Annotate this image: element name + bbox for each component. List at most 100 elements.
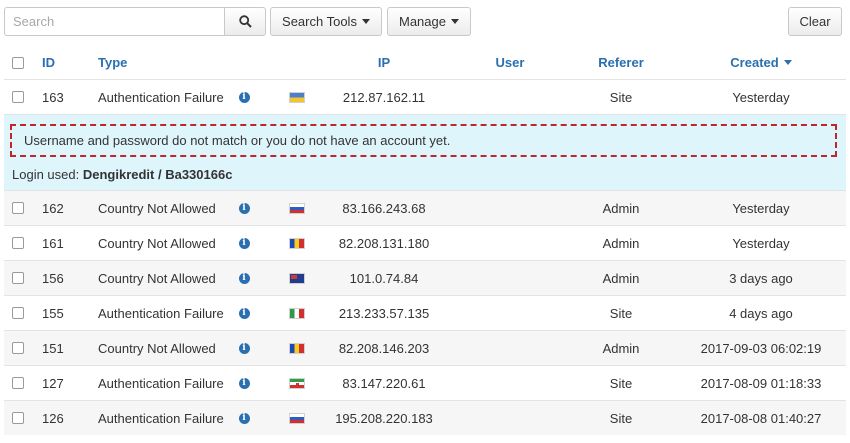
search-input[interactable] <box>4 7 224 36</box>
header-referer[interactable]: Referer <box>576 46 666 79</box>
row-type: Country Not Allowed <box>98 200 216 216</box>
row-ip: 195.208.220.183 <box>335 410 433 426</box>
row-checkbox[interactable] <box>12 377 24 389</box>
row-info-cell: i <box>237 80 251 114</box>
manage-label: Manage <box>399 14 446 29</box>
row-checkbox-cell <box>12 401 26 435</box>
header-created-label: Created <box>730 55 779 70</box>
table-row[interactable]: 127 Authentication Failure i 83.147.220.… <box>4 365 846 400</box>
info-icon[interactable]: i <box>238 342 250 354</box>
row-user <box>474 401 546 435</box>
row-info-cell: i <box>237 331 251 365</box>
search-tools-button[interactable]: Search Tools <box>270 7 382 36</box>
chevron-down-icon <box>361 19 370 24</box>
row-user <box>474 191 546 225</box>
row-ip: 83.166.243.68 <box>342 200 426 216</box>
row-info-cell: i <box>237 261 251 295</box>
log-table: ID Type IP User Referer Created 163 Auth… <box>4 46 846 435</box>
select-all-checkbox[interactable] <box>12 56 24 69</box>
flag-icon <box>289 377 305 389</box>
manage-button[interactable]: Manage <box>387 7 471 36</box>
flag-icon <box>289 412 305 424</box>
row-referer: Admin <box>602 270 640 286</box>
filter-toolbar: Search Tools Manage Clear <box>4 7 842 37</box>
flag-icon <box>289 307 305 319</box>
row-checkbox-cell <box>12 80 26 114</box>
clear-label: Clear <box>799 14 831 29</box>
row-ip: 82.208.131.180 <box>338 235 430 251</box>
info-icon[interactable]: i <box>238 272 250 284</box>
table-row[interactable]: 156 Country Not Allowed i 101.0.74.84 Ad… <box>4 260 846 295</box>
row-id: 151 <box>42 340 64 356</box>
header-user[interactable]: User <box>474 46 546 79</box>
error-message: Username and password do not match or yo… <box>24 133 451 148</box>
row-referer: Admin <box>602 235 640 251</box>
table-row[interactable]: 163 Authentication Failure i 212.87.162.… <box>4 79 846 114</box>
row-checkbox[interactable] <box>12 307 24 319</box>
row-info-cell: i <box>237 226 251 260</box>
row-referer: Admin <box>602 340 640 356</box>
info-icon[interactable]: i <box>238 237 250 249</box>
row-referer: Site <box>609 375 633 391</box>
search-tools-label: Search Tools <box>282 14 357 29</box>
row-checkbox[interactable] <box>12 272 24 284</box>
sort-desc-icon <box>783 60 792 65</box>
row-checkbox[interactable] <box>12 342 24 354</box>
flag-icon <box>289 91 305 103</box>
search-group <box>4 7 266 36</box>
row-ip: 82.208.146.203 <box>338 340 430 356</box>
login-used-value: Dengikredit / Ba330166c <box>82 167 233 182</box>
row-checkbox[interactable] <box>12 412 24 424</box>
search-icon <box>238 15 252 28</box>
chevron-down-icon <box>450 19 459 24</box>
clear-button[interactable]: Clear <box>788 7 842 36</box>
row-id: 162 <box>42 200 64 216</box>
row-created: 4 days ago <box>729 305 793 321</box>
row-checkbox-cell <box>12 261 26 295</box>
header-ip[interactable]: IP <box>304 46 464 79</box>
row-referer: Site <box>609 410 633 426</box>
row-checkbox-cell <box>12 331 26 365</box>
row-user <box>474 296 546 330</box>
flag-icon <box>289 202 305 214</box>
table-row[interactable]: 151 Country Not Allowed i 82.208.146.203… <box>4 330 846 365</box>
row-created: 3 days ago <box>729 270 793 286</box>
row-type: Authentication Failure <box>98 89 224 105</box>
row-referer: Site <box>609 305 633 321</box>
info-icon[interactable]: i <box>238 377 250 389</box>
row-id: 126 <box>42 410 64 426</box>
row-user <box>474 366 546 400</box>
info-icon[interactable]: i <box>238 202 250 214</box>
info-icon[interactable]: i <box>238 412 250 424</box>
header-id[interactable]: ID <box>42 46 92 79</box>
row-type: Authentication Failure <box>98 410 224 426</box>
row-created: 2017-08-08 01:40:27 <box>700 410 822 426</box>
row-id: 155 <box>42 305 64 321</box>
table-row[interactable]: 161 Country Not Allowed i 82.208.131.180… <box>4 225 846 260</box>
flag-icon <box>289 272 305 284</box>
row-id: 161 <box>42 235 64 251</box>
row-checkbox[interactable] <box>12 202 24 214</box>
row-checkbox[interactable] <box>12 237 24 249</box>
table-row[interactable]: 126 Authentication Failure i 195.208.220… <box>4 400 846 435</box>
flag-icon <box>289 342 305 354</box>
info-icon[interactable]: i <box>238 307 250 319</box>
row-info-cell: i <box>237 296 251 330</box>
row-type: Authentication Failure <box>98 375 224 391</box>
info-icon[interactable]: i <box>238 91 250 103</box>
login-used-label: Login used: <box>12 167 80 182</box>
row-referer: Site <box>609 89 633 105</box>
table-header: ID Type IP User Referer Created <box>4 46 846 79</box>
search-button[interactable] <box>224 7 266 36</box>
header-created[interactable]: Created <box>676 46 846 79</box>
row-created: 2017-08-09 01:18:33 <box>700 375 822 391</box>
row-checkbox-cell <box>12 296 26 330</box>
row-user <box>474 331 546 365</box>
row-created: Yesterday <box>732 89 790 105</box>
table-row[interactable]: 162 Country Not Allowed i 83.166.243.68 … <box>4 190 846 225</box>
row-id: 127 <box>42 375 64 391</box>
header-type[interactable]: Type <box>98 46 238 79</box>
row-ip: 83.147.220.61 <box>342 375 426 391</box>
table-row[interactable]: 155 Authentication Failure i 213.233.57.… <box>4 295 846 330</box>
row-checkbox[interactable] <box>12 91 24 103</box>
